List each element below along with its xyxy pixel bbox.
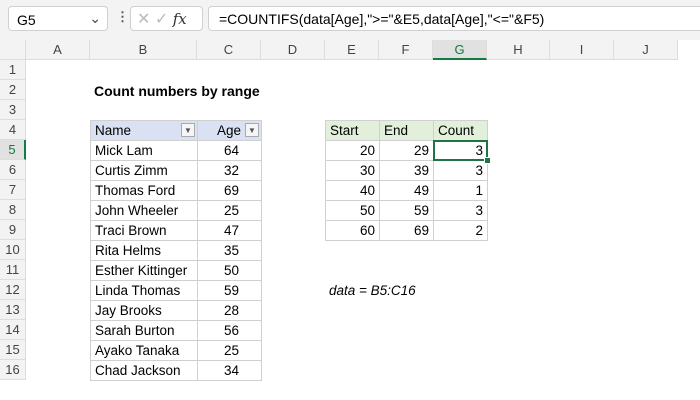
row-header-8[interactable]: 8: [0, 200, 26, 220]
more-options-icon[interactable]: ⋮: [116, 9, 129, 25]
named-range-note: data = B5:C16: [329, 283, 416, 298]
column-header-D[interactable]: D: [261, 40, 325, 60]
name-cell[interactable]: Esther Kittinger: [90, 260, 198, 281]
row-header-16[interactable]: 16: [0, 360, 26, 380]
summary-cell[interactable]: 69: [379, 220, 434, 241]
row-header-1[interactable]: 1: [0, 60, 26, 80]
fill-handle[interactable]: [484, 157, 491, 164]
column-header-H[interactable]: H: [487, 40, 550, 60]
row-header-4[interactable]: 4: [0, 120, 26, 140]
summary-cell[interactable]: 3: [433, 160, 488, 181]
summary-cell[interactable]: 1: [433, 180, 488, 201]
age-cell[interactable]: 35: [197, 240, 262, 261]
age-cell[interactable]: 56: [197, 320, 262, 341]
name-cell[interactable]: Traci Brown: [90, 220, 198, 241]
name-cell[interactable]: Thomas Ford: [90, 180, 198, 201]
row-header-5[interactable]: 5: [0, 140, 26, 160]
row-header-12[interactable]: 12: [0, 280, 26, 300]
name-box-value: G5: [17, 12, 36, 28]
age-cell[interactable]: 32: [197, 160, 262, 181]
age-cell[interactable]: 50: [197, 260, 262, 281]
sheet-title: Count numbers by range: [94, 83, 260, 99]
summary-cell[interactable]: 59: [379, 200, 434, 221]
column-header-J[interactable]: J: [614, 40, 678, 60]
age-cell[interactable]: 64: [197, 140, 262, 161]
age-cell[interactable]: 25: [197, 200, 262, 221]
name-cell[interactable]: Jay Brooks: [90, 300, 198, 321]
column-header-F[interactable]: F: [379, 40, 433, 60]
name-cell[interactable]: Sarah Burton: [90, 320, 198, 341]
insert-function-icon[interactable]: fx: [173, 10, 187, 28]
column-header-C[interactable]: C: [197, 40, 261, 60]
active-cell-outline: [433, 140, 488, 161]
age-cell[interactable]: 69: [197, 180, 262, 201]
table-header-B: Name ▼: [90, 120, 198, 141]
summary-header-start: Start: [325, 120, 380, 141]
age-cell[interactable]: 25: [197, 340, 262, 361]
name-cell[interactable]: Ayako Tanaka: [90, 340, 198, 361]
summary-cell[interactable]: 39: [379, 160, 434, 181]
filter-dropdown-icon[interactable]: ▼: [245, 123, 259, 137]
age-cell[interactable]: 59: [197, 280, 262, 301]
formula-bar-area: G5 ⌄ ⋮ ✕ ✓ fx =COUNTIFS(data[Age],">="&E5…: [0, 0, 700, 40]
summary-cell[interactable]: 2: [433, 220, 488, 241]
summary-cell[interactable]: 60: [325, 220, 380, 241]
row-header-7[interactable]: 7: [0, 180, 26, 200]
age-cell[interactable]: 47: [197, 220, 262, 241]
age-cell[interactable]: 34: [197, 360, 262, 381]
select-all-corner[interactable]: [0, 40, 26, 60]
summary-cell[interactable]: 40: [325, 180, 380, 201]
column-header-G[interactable]: G: [433, 40, 487, 60]
name-cell[interactable]: John Wheeler: [90, 200, 198, 221]
filter-dropdown-icon[interactable]: ▼: [181, 123, 195, 137]
row-header-3[interactable]: 3: [0, 100, 26, 120]
summary-cell[interactable]: 29: [379, 140, 434, 161]
column-header-A[interactable]: A: [26, 40, 90, 60]
name-cell[interactable]: Linda Thomas: [90, 280, 198, 301]
row-header-14[interactable]: 14: [0, 320, 26, 340]
summary-header-count: Count: [433, 120, 488, 141]
summary-cell[interactable]: 30: [325, 160, 380, 181]
summary-header-end: End: [379, 120, 434, 141]
name-box[interactable]: G5 ⌄: [8, 6, 108, 31]
row-header-10[interactable]: 10: [0, 240, 26, 260]
header-label: Name: [95, 123, 132, 138]
row-header-6[interactable]: 6: [0, 160, 26, 180]
table-header-C: Age ▼: [197, 120, 262, 141]
summary-cell[interactable]: 50: [325, 200, 380, 221]
name-cell[interactable]: Chad Jackson: [90, 360, 198, 381]
formula-buttons: ✕ ✓ fx: [130, 6, 203, 31]
column-header-B[interactable]: B: [90, 40, 197, 60]
chevron-down-icon[interactable]: ⌄: [89, 10, 101, 27]
row-header-11[interactable]: 11: [0, 260, 26, 280]
row-header-15[interactable]: 15: [0, 340, 26, 360]
row-header-13[interactable]: 13: [0, 300, 26, 320]
name-cell[interactable]: Rita Helms: [90, 240, 198, 261]
row-header-2[interactable]: 2: [0, 80, 26, 100]
summary-cell[interactable]: 49: [379, 180, 434, 201]
name-cell[interactable]: Curtis Zimm: [90, 160, 198, 181]
summary-cell[interactable]: 3: [433, 200, 488, 221]
column-header-I[interactable]: I: [550, 40, 614, 60]
cancel-icon[interactable]: ✕: [137, 11, 150, 28]
confirm-icon[interactable]: ✓: [155, 11, 168, 28]
age-cell[interactable]: 28: [197, 300, 262, 321]
formula-input[interactable]: =COUNTIFS(data[Age],">="&E5,data[Age],"<…: [208, 6, 700, 31]
summary-cell[interactable]: 20: [325, 140, 380, 161]
row-header-9[interactable]: 9: [0, 220, 26, 240]
column-header-E[interactable]: E: [325, 40, 379, 60]
name-cell[interactable]: Mick Lam: [90, 140, 198, 161]
header-label: Age: [216, 123, 241, 138]
